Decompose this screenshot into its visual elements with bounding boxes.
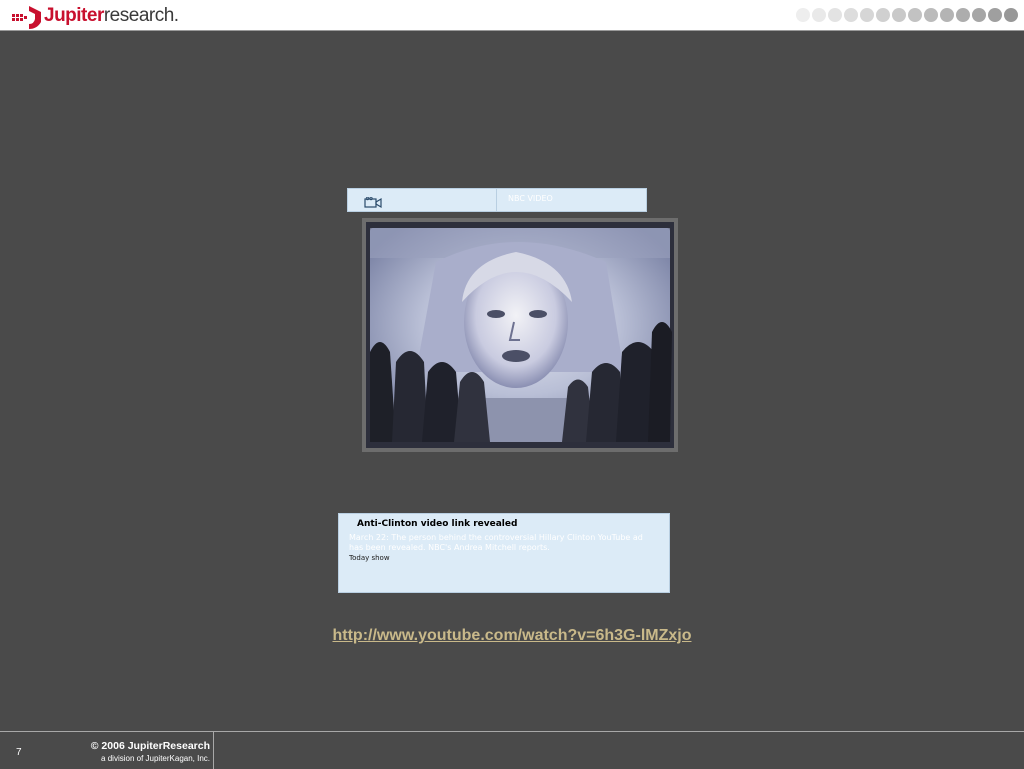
header-dot bbox=[924, 8, 938, 22]
header-dot-strip bbox=[796, 8, 1018, 22]
logo-brand-text: Jupiter bbox=[44, 5, 104, 26]
header-dot bbox=[892, 8, 906, 22]
video-bar-divider bbox=[496, 189, 497, 211]
header-dot bbox=[828, 8, 842, 22]
video-still-image bbox=[366, 222, 674, 448]
copyright-text: © 2006 JupiterResearch bbox=[90, 740, 210, 752]
logo-trademark-dot: . bbox=[173, 5, 179, 26]
logo-suffix-text: research bbox=[103, 5, 174, 26]
logo-mark-icon bbox=[10, 2, 44, 30]
header-dot bbox=[908, 8, 922, 22]
header-dot bbox=[796, 8, 810, 22]
video-camera-icon[interactable] bbox=[364, 196, 382, 214]
footer-divider bbox=[213, 732, 214, 769]
header-dot bbox=[860, 8, 874, 22]
video-still-frame[interactable] bbox=[362, 218, 678, 452]
youtube-link[interactable]: http://www.youtube.com/watch?v=6h3G-lMZx… bbox=[0, 627, 1024, 645]
caption-source: Today show bbox=[349, 554, 390, 562]
header-dot bbox=[956, 8, 970, 22]
header-dot bbox=[876, 8, 890, 22]
header-dot bbox=[988, 8, 1002, 22]
footer-copyright: © 2006 JupiterResearch a division of Jup… bbox=[40, 740, 210, 763]
header-dot bbox=[844, 8, 858, 22]
video-player-bar[interactable]: NBC VIDEO bbox=[347, 188, 647, 212]
caption-description: March 22: The person behind the controve… bbox=[349, 533, 643, 552]
caption-title[interactable]: Anti-Clinton video link revealed bbox=[357, 519, 517, 529]
jupiterresearch-logo: Jupiterresearch. bbox=[10, 2, 179, 30]
footer-bar: 7 © 2006 JupiterResearch a division of J… bbox=[0, 731, 1024, 769]
header-dot bbox=[812, 8, 826, 22]
header-dot bbox=[1004, 8, 1018, 22]
video-source-label: NBC VIDEO bbox=[508, 194, 553, 203]
header-bar: Jupiterresearch. bbox=[0, 0, 1024, 31]
header-dot bbox=[940, 8, 954, 22]
video-caption-panel: Anti-Clinton video link revealed March 2… bbox=[338, 513, 670, 593]
header-dot bbox=[972, 8, 986, 22]
division-text: a division of JupiterKagan, Inc. bbox=[101, 754, 210, 763]
page-number: 7 bbox=[16, 747, 22, 758]
